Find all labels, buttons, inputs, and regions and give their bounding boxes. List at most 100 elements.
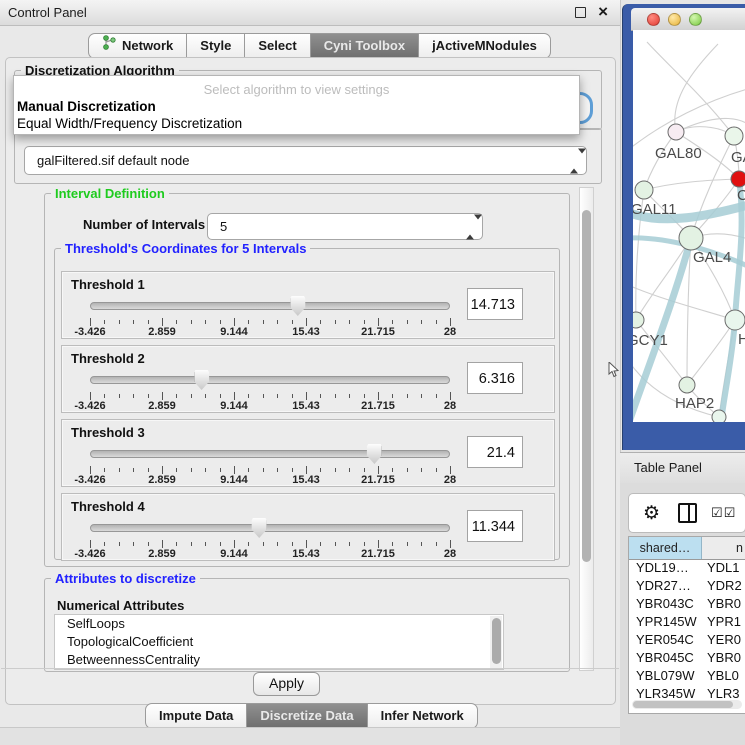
apply-button[interactable]: Apply (253, 672, 320, 696)
slider-track[interactable] (90, 450, 450, 458)
table-row[interactable]: YDL19…YDL1 (629, 560, 745, 578)
bottom-tabbar: Impute Data Discretize Data Infer Networ… (145, 703, 478, 729)
cell-shared-name: YDL19… (629, 560, 701, 578)
tab-cyni-toolbox[interactable]: Cyni Toolbox (310, 33, 419, 59)
threshold-value-input[interactable]: 14.713 (467, 288, 523, 320)
table-row[interactable]: YPR145WYPR1 (629, 614, 745, 632)
tick-mark (176, 542, 177, 546)
network-node[interactable] (731, 171, 745, 187)
gear-icon[interactable]: ⚙ (643, 504, 660, 523)
numerical-attributes-list[interactable]: SelfLoopsTopologicalCoefficientBetweenne… (54, 614, 504, 670)
tick-mark (378, 540, 379, 548)
panel-vertical-scrollbar[interactable] (579, 187, 594, 671)
attribute-list-item[interactable]: TopologicalCoefficient (55, 633, 503, 651)
column-header-name[interactable]: n (702, 537, 745, 559)
tick-mark (392, 542, 393, 546)
tick-mark (335, 394, 336, 398)
tick-mark (104, 542, 105, 546)
attribute-list-item[interactable]: BetweennessCentrality (55, 651, 503, 669)
table-row[interactable]: YER054CYER0 (629, 632, 745, 650)
column-header-shared-name[interactable]: shared… (629, 537, 702, 559)
cell-shared-name: YDR27… (629, 578, 701, 596)
network-node[interactable] (633, 312, 644, 328)
network-canvas[interactable]: GAL80GACGAL11GAL4GCY1HHAP2 (633, 30, 745, 422)
number-of-intervals-combobox[interactable]: 5 (207, 213, 483, 240)
scrollbar-thumb[interactable] (582, 210, 591, 562)
network-edge[interactable] (644, 179, 739, 190)
combobox-arrows-icon (466, 219, 473, 234)
network-node[interactable] (679, 226, 703, 250)
tick-label: 28 (444, 326, 456, 338)
cell-shared-name: YPR145W (629, 614, 701, 632)
tick-mark (320, 394, 321, 398)
slider-track[interactable] (90, 302, 450, 310)
table-row[interactable]: YBR045CYBR0 (629, 650, 745, 668)
table-row[interactable]: YBR043CYBR0 (629, 596, 745, 614)
attribute-list-item[interactable]: SelfLoops (55, 615, 503, 633)
zoom-traffic-light[interactable] (689, 13, 702, 26)
network-node[interactable] (635, 181, 653, 199)
network-node-label: GA (731, 149, 745, 166)
slider-track[interactable] (90, 524, 450, 532)
tick-mark (148, 394, 149, 398)
tab-style[interactable]: Style (186, 33, 245, 59)
threshold-value-input[interactable]: 21.4 (467, 436, 523, 468)
table-row[interactable]: YDR27…YDR2 (629, 578, 745, 596)
slider-thumb[interactable] (194, 370, 209, 390)
table-data-combobox[interactable]: galFiltered.sif default node (24, 146, 587, 175)
cell-shared-name: YLR345W (629, 686, 701, 698)
tab-jactivemnodules[interactable]: jActiveMNodules (418, 33, 551, 59)
tick-mark (320, 320, 321, 324)
tab-network[interactable]: Network (88, 33, 187, 59)
tick-mark (162, 318, 163, 326)
minimize-traffic-light[interactable] (668, 13, 681, 26)
tick-mark (349, 320, 350, 324)
tick-mark (162, 392, 163, 400)
popup-option-equal-width-frequency[interactable]: Equal Width/Frequency Discretization (17, 116, 242, 131)
tab-impute-data[interactable]: Impute Data (145, 703, 247, 729)
close-icon[interactable]: × (598, 2, 608, 22)
tick-mark (90, 540, 91, 548)
table-row[interactable]: YBL079WYBL0 (629, 668, 745, 686)
scrollbar-thumb[interactable] (492, 618, 501, 664)
slider-track[interactable] (90, 376, 450, 384)
popup-option-manual-discretization[interactable]: Manual Discretization (17, 99, 156, 114)
tick-mark (349, 542, 350, 546)
network-edge[interactable] (675, 44, 718, 132)
tick-mark (320, 468, 321, 472)
network-node[interactable] (725, 310, 745, 330)
scrollbar-thumb[interactable] (633, 701, 733, 708)
network-node[interactable] (668, 124, 684, 140)
float-window-icon[interactable] (575, 7, 586, 18)
slider-thumb[interactable] (367, 444, 382, 464)
tab-select[interactable]: Select (244, 33, 310, 59)
tab-label: Network (122, 34, 173, 58)
network-node[interactable] (725, 127, 743, 145)
tick-mark (248, 320, 249, 324)
network-window-titlebar (631, 8, 745, 31)
attributes-scrollbar[interactable] (490, 616, 502, 668)
network-edge[interactable] (633, 285, 735, 320)
tick-mark (234, 540, 235, 548)
close-traffic-light[interactable] (647, 13, 660, 26)
threshold-slider: -3.4262.8599.14415.4321.71528 (90, 420, 450, 486)
select-columns-icon[interactable]: ☑☑ (711, 505, 736, 521)
slider-thumb[interactable] (290, 296, 305, 316)
network-edge[interactable] (647, 42, 734, 136)
tick-mark (436, 468, 437, 472)
tick-mark (335, 468, 336, 472)
cell-name: YBL0 (701, 668, 745, 686)
slider-thumb[interactable] (252, 518, 267, 538)
table-horizontal-scrollbar[interactable] (632, 700, 742, 709)
network-node[interactable] (679, 377, 695, 393)
tab-discretize-data[interactable]: Discretize Data (246, 703, 367, 729)
tick-mark (248, 468, 249, 472)
tick-mark (349, 468, 350, 472)
network-edge[interactable] (636, 238, 691, 320)
column-browser-icon[interactable] (678, 503, 697, 523)
table-row[interactable]: YLR345WYLR3 (629, 686, 745, 698)
threshold-value-input[interactable]: 6.316 (467, 362, 523, 394)
attribute-items: SelfLoopsTopologicalCoefficientBetweenne… (55, 615, 503, 669)
threshold-value-input[interactable]: 11.344 (467, 510, 523, 542)
tab-infer-network[interactable]: Infer Network (367, 703, 478, 729)
